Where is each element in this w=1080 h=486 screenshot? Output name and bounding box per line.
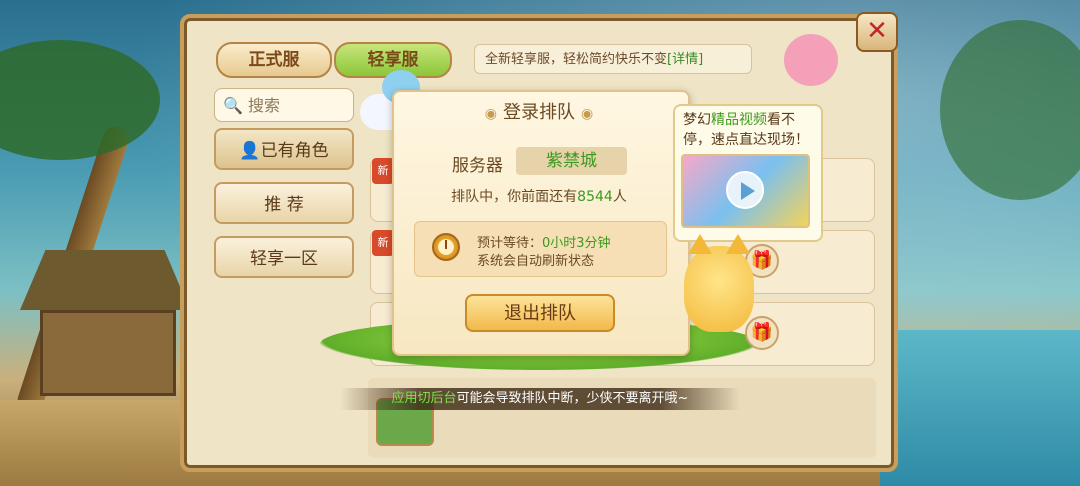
notice-details-link[interactable]: [详情] xyxy=(667,52,703,67)
estimated-wait: 预计等待：0小时3分钟 xyxy=(477,232,611,251)
server-label: 服务器 xyxy=(452,156,503,176)
dialog-title: ◉ 登录排队 ◉ xyxy=(392,98,686,124)
sea xyxy=(880,330,1080,486)
search-icon: 🔍 xyxy=(223,96,243,115)
promo-text: 梦幻精品视频看不停，速点直达现场！ xyxy=(683,110,817,150)
queue-count: 8544 xyxy=(577,189,613,205)
person-icon: 👤 xyxy=(239,141,261,161)
sidebar-item-label: 已有角色 xyxy=(260,141,329,161)
search-input[interactable]: 🔍 搜索 xyxy=(214,88,354,122)
wait-label: 预计等待： xyxy=(477,236,543,251)
close-icon: ✕ xyxy=(866,16,888,46)
sidebar-item-my-roles[interactable]: 👤已有角色 xyxy=(214,128,354,170)
tip-highlight: 应用切后台 xyxy=(391,391,457,406)
cat-mascot xyxy=(684,234,754,332)
tab-official-server[interactable]: 正式服 xyxy=(216,42,332,78)
sidebar-item-light-zone-1[interactable]: 轻享一区 xyxy=(214,236,354,278)
queue-status: 排队中，你前面还有8544人 xyxy=(392,186,686,206)
auto-refresh-text: 系统会自动刷新状态 xyxy=(477,254,595,269)
pink-mascot xyxy=(784,34,838,86)
sidebar-item-recommend[interactable]: 推 荐 xyxy=(214,182,354,224)
close-button[interactable]: ✕ xyxy=(856,12,898,52)
swirl-icon: ◉ xyxy=(484,106,497,122)
promo-highlight: 精品视频 xyxy=(711,112,767,128)
hut xyxy=(20,250,190,400)
new-badge: 新 xyxy=(372,230,394,256)
notice-bar: 全新轻享服，轻松简约快乐不变[详情] xyxy=(474,44,752,74)
bottom-tip: 应用切后台可能会导致排队中断，少侠不要离开哦~ xyxy=(340,388,740,410)
queue-prefix: 排队中，你前面还有 xyxy=(451,189,578,205)
server-name: 紫禁城 xyxy=(516,147,627,175)
queue-suffix: 人 xyxy=(612,189,627,205)
notice-text: 全新轻享服，轻松简约快乐不变 xyxy=(485,52,668,67)
promo-prefix: 梦幻 xyxy=(683,112,711,128)
exit-queue-button[interactable]: 退出排队 xyxy=(465,294,615,332)
play-icon[interactable] xyxy=(726,171,764,209)
swirl-icon: ◉ xyxy=(581,106,594,122)
gift-icon[interactable]: 🎁 xyxy=(745,316,779,350)
search-placeholder: 搜索 xyxy=(248,96,281,115)
tip-text: 可能会导致排队中断，少侠不要离开哦~ xyxy=(456,391,689,406)
dialog-title-text: 登录排队 xyxy=(503,102,575,123)
new-badge: 新 xyxy=(372,158,394,184)
wait-value: 0小时3分钟 xyxy=(542,236,611,251)
clock-icon xyxy=(432,233,460,261)
